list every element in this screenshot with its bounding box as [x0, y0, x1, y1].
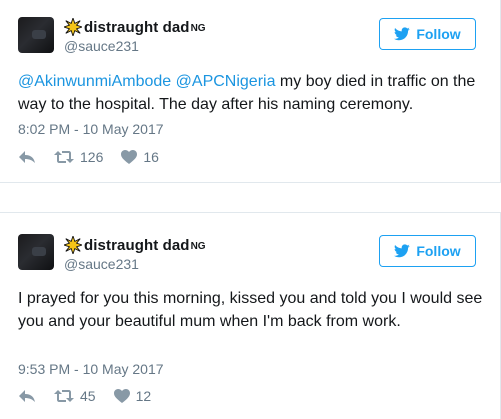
display-name-suffix: NG	[190, 22, 206, 34]
star-burst-icon	[64, 236, 82, 254]
display-name: distraught dad	[84, 236, 190, 254]
like-button[interactable]: 16	[121, 149, 159, 165]
reply-button[interactable]	[18, 150, 36, 164]
user-handle[interactable]: @sauce231	[64, 256, 206, 272]
follow-button[interactable]: Follow	[379, 235, 476, 267]
tweet-actions: 45 12	[18, 388, 169, 404]
follow-label: Follow	[416, 243, 461, 259]
tweet-actions: 126 16	[18, 149, 177, 165]
tweet-text: @AkinwunmiAmbode @APCNigeria my boy died…	[18, 70, 488, 116]
name-line[interactable]: distraught dad NG	[64, 235, 206, 255]
like-count: 16	[143, 149, 159, 165]
reply-icon	[19, 151, 35, 163]
mention-link[interactable]: @AkinwunmiAmbode	[18, 73, 171, 90]
like-button[interactable]: 12	[113, 388, 152, 404]
user-info: distraught dad NG @sauce231	[64, 17, 206, 54]
retweet-button[interactable]: 45	[54, 388, 96, 404]
feed-gap	[0, 183, 501, 212]
retweet-icon	[54, 390, 74, 402]
avatar[interactable]	[18, 234, 54, 270]
retweet-icon	[54, 151, 74, 163]
tweet-timestamp[interactable]: 9:53 PM - 10 May 2017	[18, 361, 164, 377]
follow-button[interactable]: Follow	[379, 18, 476, 50]
follow-label: Follow	[416, 26, 461, 42]
avatar[interactable]	[18, 17, 54, 53]
heart-icon	[121, 150, 138, 164]
name-line[interactable]: distraught dad NG	[64, 17, 206, 37]
tweet-card: distraught dad NG @sauce231 Follow I pra…	[0, 212, 501, 419]
retweet-count: 45	[80, 388, 96, 404]
reply-button[interactable]	[18, 389, 36, 403]
tweet-feed: distraught dad NG @sauce231 Follow @Akin…	[0, 0, 501, 419]
tweet-timestamp[interactable]: 8:02 PM - 10 May 2017	[18, 121, 164, 137]
user-handle[interactable]: @sauce231	[64, 38, 206, 54]
retweet-button[interactable]: 126	[54, 149, 103, 165]
tweet-text: I prayed for you this morning, kissed yo…	[18, 290, 483, 330]
display-name-suffix: NG	[190, 240, 206, 252]
heart-icon	[113, 389, 130, 403]
user-info: distraught dad NG @sauce231	[64, 235, 206, 272]
mention-link[interactable]: @APCNigeria	[176, 73, 276, 90]
star-burst-icon	[64, 18, 82, 36]
retweet-count: 126	[80, 149, 104, 165]
display-name: distraught dad	[84, 18, 190, 36]
twitter-bird-icon	[394, 27, 411, 41]
twitter-bird-icon	[394, 244, 411, 258]
like-count: 12	[135, 388, 152, 404]
tweet-card: distraught dad NG @sauce231 Follow @Akin…	[0, 0, 501, 183]
reply-icon	[19, 390, 35, 402]
